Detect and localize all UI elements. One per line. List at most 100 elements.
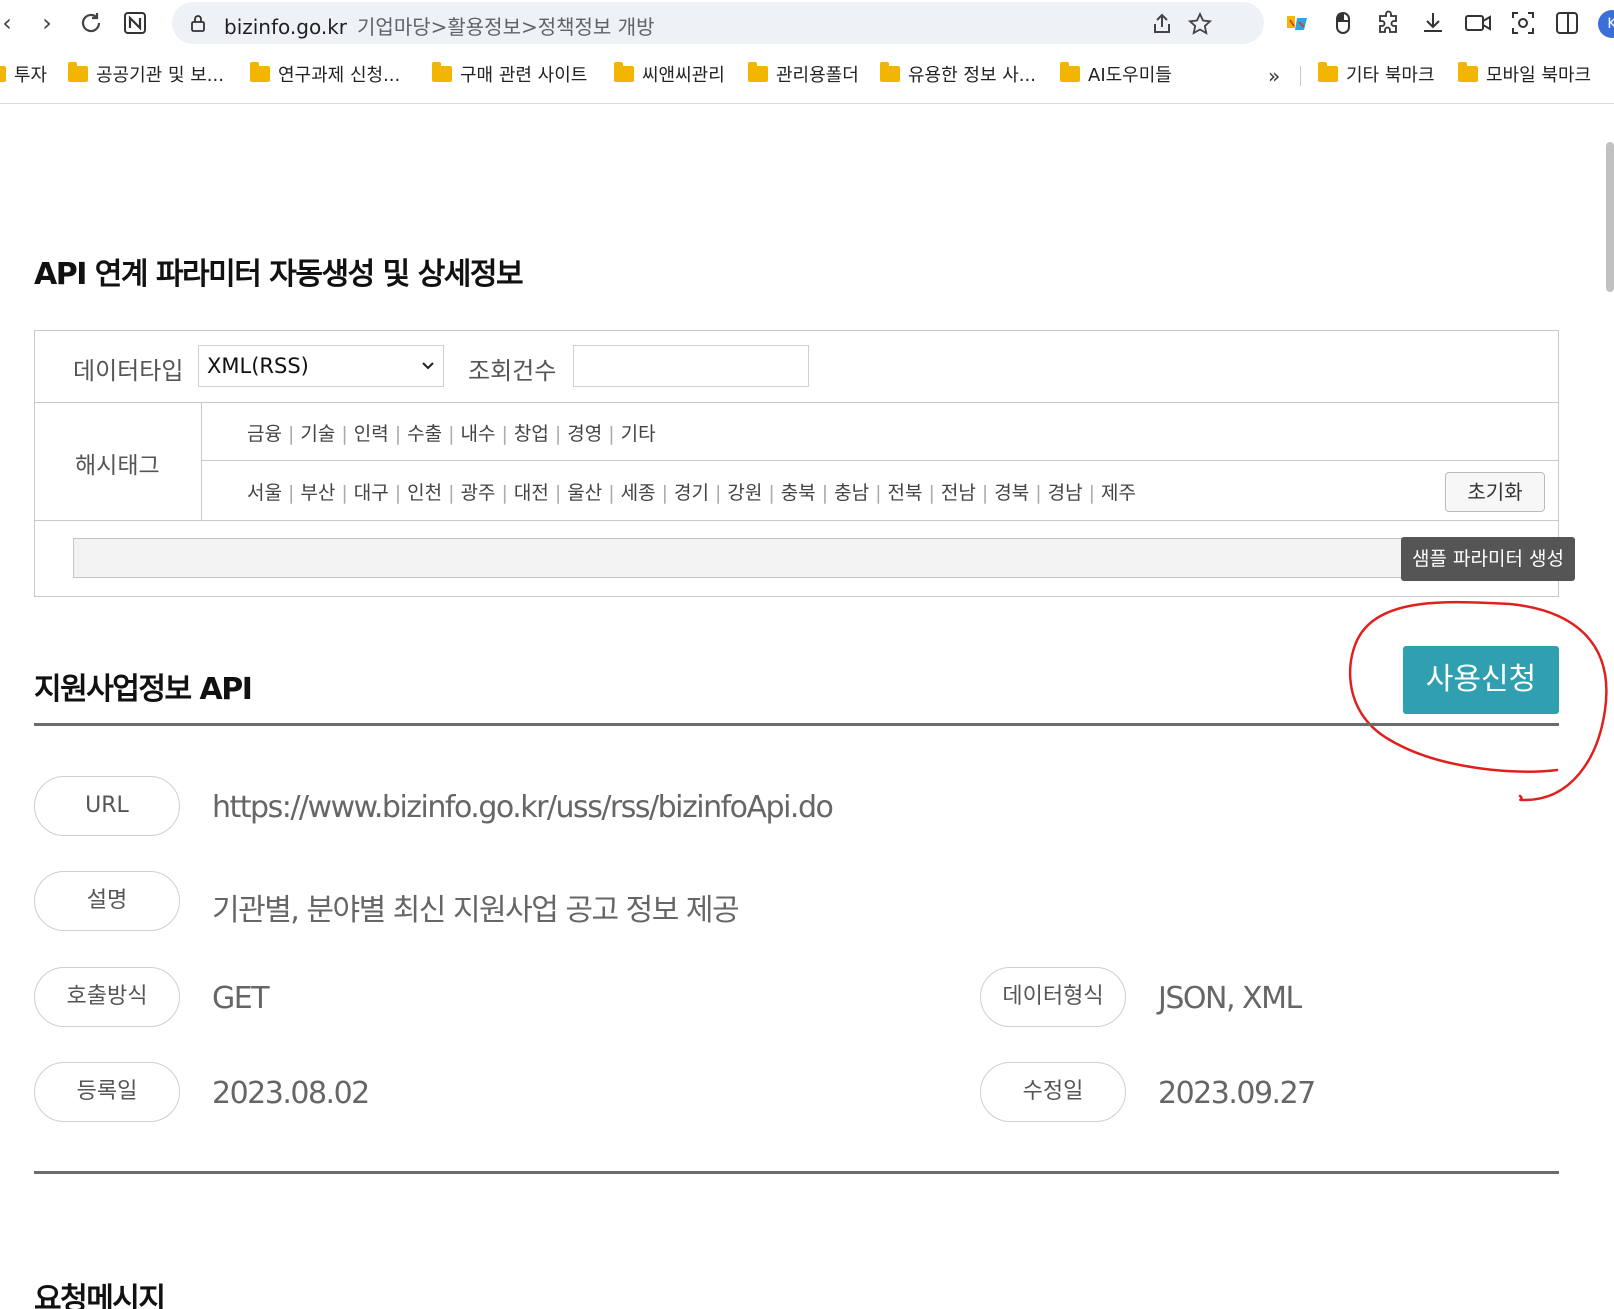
bookmark-folder[interactable]: 씨앤씨관리 [614,60,725,88]
api-url-value: https://www.bizinfo.go.kr/uss/rss/bizinf… [212,790,834,825]
extensions-icon[interactable] [1376,10,1402,36]
data-type-label: 데이터타입 [73,357,184,385]
bookmark-folder[interactable]: 관리용폴더 [748,60,859,88]
format-label-pill: 데이터형식 [980,967,1126,1027]
url-label-pill: URL [34,776,180,836]
folder-icon [432,62,452,82]
download-icon[interactable] [1420,10,1446,36]
folder-icon [1458,62,1478,82]
modified-date-label-pill: 수정일 [980,1062,1126,1122]
reset-button[interactable]: 초기화 [1445,472,1545,512]
lock-icon[interactable] [188,13,208,33]
tag-region[interactable]: 경기 [674,478,709,505]
folder-icon [1318,62,1338,82]
video-camera-icon[interactable] [1464,10,1491,36]
share-icon[interactable] [1150,12,1174,36]
bookmark-folder[interactable]: 투자 [0,60,47,88]
hashtag-label: 해시태그 [75,453,160,479]
bookmark-star-icon[interactable] [1187,11,1213,36]
hashtag-cell: 해시태그 [35,402,202,520]
other-bookmarks-folder[interactable]: 기타 북마크 [1318,60,1435,88]
tag-region[interactable]: 인천 [407,478,442,505]
bookmark-folder[interactable]: AI도우미들 [1060,60,1172,88]
tag-region[interactable]: 제주 [1101,478,1136,505]
toolbar-divider [0,103,1614,104]
tag-region[interactable]: 서울 [247,478,282,505]
folder-icon [880,62,900,82]
tag-management[interactable]: 경영 [567,419,602,446]
tag-region[interactable]: 경남 [1048,478,1083,505]
bookmarks-bar: 투자 공공기관 및 보... 연구과제 신청... 구매 관련 사이트 씨앤씨관… [0,52,1614,96]
tag-region[interactable]: 부산 [300,478,335,505]
tag-region[interactable]: 경북 [994,478,1029,505]
red-circle-annotation [1348,600,1608,802]
address-bar[interactable]: bizinfo.go.kr 기업마당>활용정보>정책정보 개방 [172,2,1264,44]
tag-region[interactable]: 울산 [567,478,602,505]
folder-icon [614,62,634,82]
tag-region[interactable]: 충남 [834,478,869,505]
tag-region[interactable]: 세종 [621,478,656,505]
url-domain: bizinfo.go.kr [224,15,348,39]
request-message-title: 요청메시지 [34,1282,166,1309]
folder-icon [748,62,768,82]
bookmarks-separator [1300,66,1301,86]
tag-region[interactable]: 전남 [941,478,976,505]
mobile-bookmarks-folder[interactable]: 모바일 북마크 [1458,60,1591,88]
tag-region[interactable]: 전북 [888,478,923,505]
reload-icon[interactable] [76,8,106,38]
description-label-pill: 설명 [34,871,180,931]
side-panel-icon[interactable] [1554,10,1580,36]
tag-startup[interactable]: 창업 [514,419,549,446]
mouse-icon[interactable] [1330,10,1356,36]
tag-etc[interactable]: 기타 [621,419,656,446]
translate-extension-icon[interactable] [1284,10,1310,36]
tag-region[interactable]: 대구 [354,478,389,505]
api-section-title: 지원사업정보 API [34,672,253,707]
tag-domestic[interactable]: 내수 [461,419,496,446]
data-type-select[interactable]: XML(RSS) [198,345,444,387]
tag-region[interactable]: 대전 [514,478,549,505]
forward-icon[interactable]: › [32,8,62,38]
count-label: 조회건수 [468,357,557,385]
url-path: 기업마당>활용정보>정책정보 개방 [357,15,655,39]
method-value: GET [212,981,270,1016]
bookmarks-overflow-button[interactable]: » [1268,64,1280,88]
row-divider [35,520,1558,521]
bookmark-folder[interactable]: 공공기관 및 보... [68,60,224,88]
section-divider [34,1171,1559,1174]
bookmark-folder[interactable]: 유용한 정보 사... [880,60,1036,88]
tag-technology[interactable]: 기술 [300,419,335,446]
tag-region[interactable]: 광주 [461,478,496,505]
bookmark-folder[interactable]: 연구과제 신청... [250,60,400,88]
folder-icon [68,62,88,82]
folder-icon [1060,62,1080,82]
tag-region[interactable]: 강원 [727,478,762,505]
address-text: bizinfo.go.kr 기업마당>활용정보>정책정보 개방 [224,11,655,40]
bookmark-folder[interactable]: 구매 관련 사이트 [432,60,587,88]
parameter-output-field[interactable] [73,538,1403,578]
chevron-down-icon [421,346,435,402]
method-label-pill: 호출방식 [34,967,180,1027]
back-icon[interactable]: ‹ [0,8,22,38]
section-divider [34,723,1559,726]
parameter-form: 데이터타입 XML(RSS) 조회건수 해시태그 금융 | 기술 | 인력 | 수출 | 내수 |… [34,330,1575,597]
tag-export[interactable]: 수출 [407,419,442,446]
row-divider [35,402,1558,403]
apply-for-use-button[interactable]: 사용신청 [1403,646,1559,714]
naver-extension-icon[interactable] [120,8,150,38]
description-value: 기관별, 분야별 최신 지원사업 공고 정보 제공 [212,893,740,928]
tag-manpower[interactable]: 인력 [354,419,389,446]
row-divider [202,460,1558,461]
tag-finance[interactable]: 금융 [247,419,282,446]
tag-row-region: 서울 | 부산 | 대구 | 인천 | 광주 | 대전 | 울산 | 세종 | 경기 | 강원 | 충북 | 충남 | 전북 | 전… [247,478,1136,505]
format-value: JSON, XML [1158,981,1302,1016]
profile-avatar[interactable]: K [1598,10,1614,38]
created-date-value: 2023.08.02 [212,1076,370,1111]
created-date-label-pill: 등록일 [34,1062,180,1122]
tag-region[interactable]: 충북 [781,478,816,505]
page-title: API 연계 파라미터 자동생성 및 상세정보 [34,257,524,292]
count-input[interactable] [573,345,809,387]
screenshot-icon[interactable] [1510,10,1536,36]
generate-sample-parameter-button[interactable]: 샘플 파라미터 생성 [1401,537,1575,581]
scrollbar-thumb[interactable] [1606,142,1614,292]
